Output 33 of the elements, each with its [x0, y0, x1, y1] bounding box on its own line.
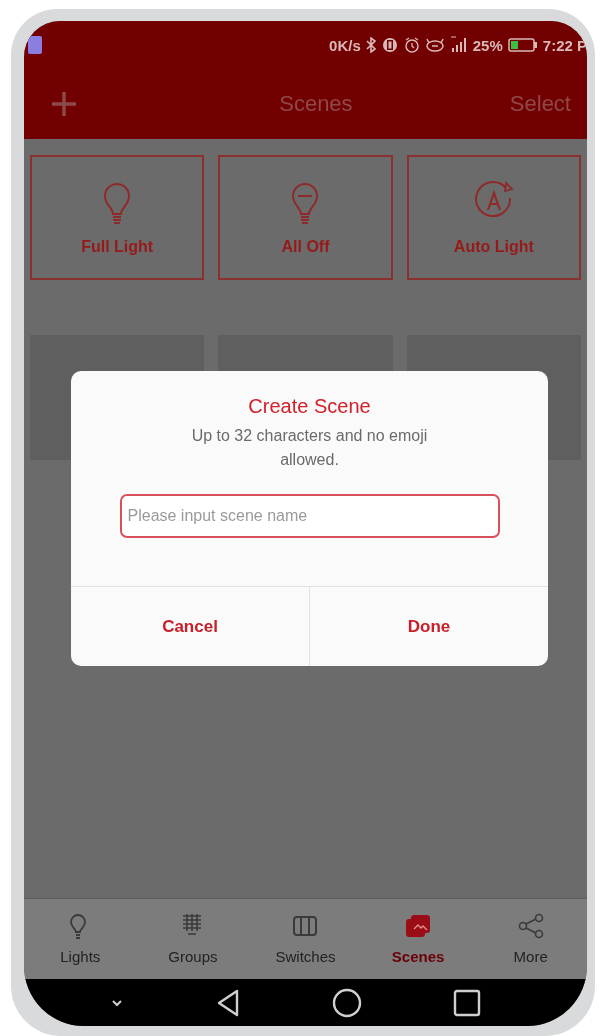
tab-item[interactable]: Switches [260, 913, 351, 965]
screen-title: Scenes [279, 91, 353, 117]
share-icon [517, 913, 544, 940]
battery-percentage: 25% [472, 36, 503, 54]
tab-item[interactable]: More [485, 913, 576, 965]
dialog-message: Up to 32 characters and no emoji allowed. [190, 426, 429, 470]
tab-item[interactable]: Lights [35, 913, 126, 965]
tab-label: More [513, 948, 548, 965]
tab-label: Switches [275, 948, 336, 965]
tab-label: Lights [60, 948, 101, 965]
tab-item[interactable]: Scenes [373, 913, 464, 965]
scene-label: Auto Light [453, 237, 534, 256]
tab-item[interactable]: Groups [147, 913, 238, 965]
scene-label: All Off [281, 237, 330, 256]
alarm-icon [403, 37, 420, 53]
notification-icon [28, 36, 42, 54]
scene-name-field[interactable]: Please input scene name [119, 494, 500, 538]
tab-label: Groups [168, 948, 218, 965]
tab-label: Scenes [391, 948, 445, 965]
cancel-button[interactable]: Cancel [71, 587, 309, 666]
bluetooth-icon [365, 37, 376, 53]
chevron-down-icon[interactable] [109, 997, 124, 1008]
scene-label: Full Light [81, 237, 154, 256]
dialog-title: Create Scene [248, 395, 371, 418]
battery-icon [507, 37, 538, 53]
data-saver-icon [424, 37, 445, 53]
home-icon[interactable] [332, 987, 363, 1018]
recents-icon[interactable] [453, 988, 482, 1017]
signal-icon [449, 36, 468, 54]
done-button[interactable]: Done [309, 587, 548, 666]
picture-icon [405, 913, 432, 940]
vibrate-icon [380, 37, 399, 53]
network-speed: 0K/s [329, 36, 361, 54]
